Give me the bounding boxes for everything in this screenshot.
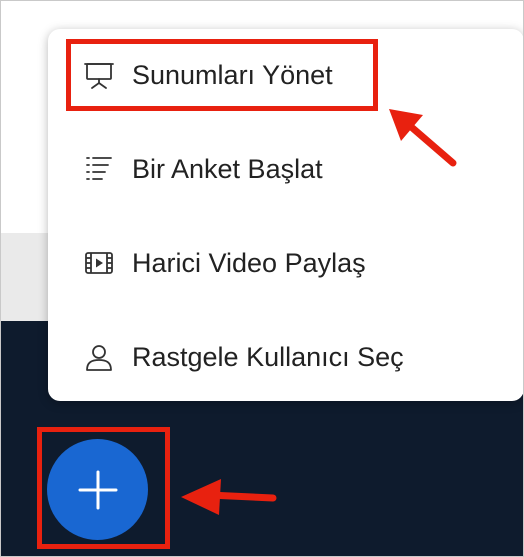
annotation-arrow-icon <box>389 109 457 167</box>
user-icon <box>83 341 115 373</box>
list-icon <box>83 153 115 185</box>
annotation-arrow-icon <box>181 479 277 515</box>
screenshot-frame: Sunumları Yönet Bir Anket Başlat Harici … <box>0 0 524 557</box>
menu-item-select-random-user[interactable]: Rastgele Kullanıcı Seç <box>48 313 523 401</box>
menu-item-label: Rastgele Kullanıcı Seç <box>132 341 404 372</box>
menu-item-label: Harici Video Paylaş <box>132 247 366 278</box>
menu-item-label: Bir Anket Başlat <box>132 153 323 184</box>
video-icon <box>83 247 115 279</box>
menu-item-share-external-video[interactable]: Harici Video Paylaş <box>48 219 523 307</box>
annotation-highlight-menu-item <box>66 39 378 111</box>
annotation-highlight-fab <box>37 427 170 549</box>
